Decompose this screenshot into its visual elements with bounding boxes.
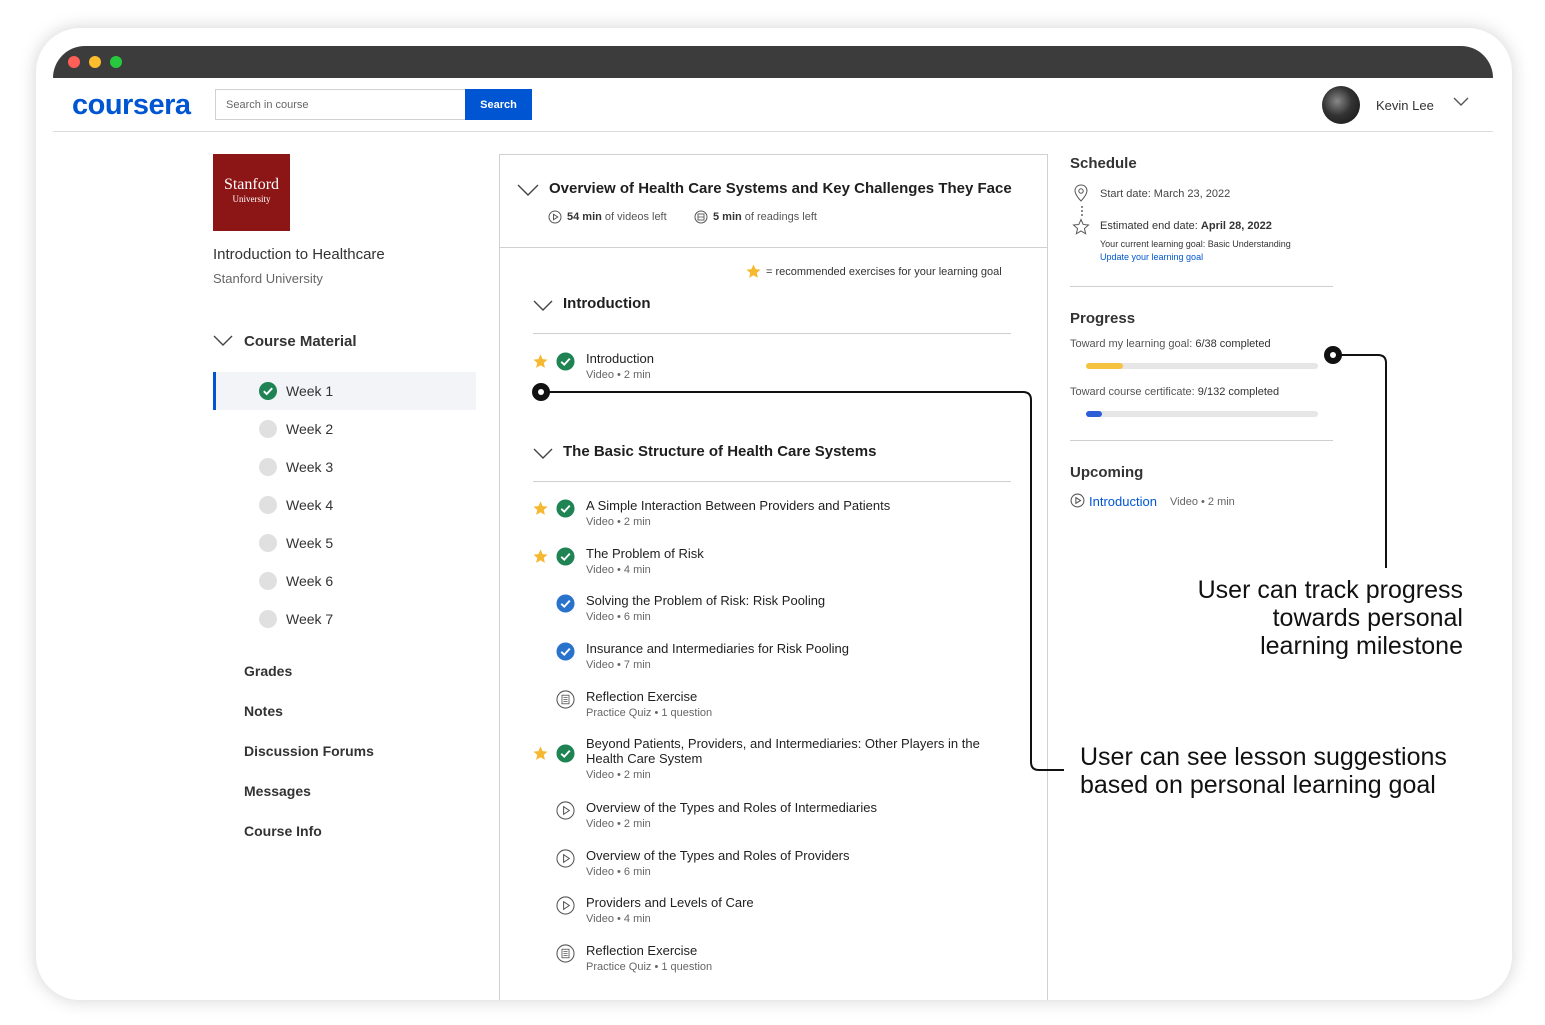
progress-annotation: User can track progress towards personal… (1158, 576, 1463, 660)
annotation-line: learning milestone (1260, 632, 1463, 660)
suggestion-marker-center (538, 389, 544, 395)
device-frame: coursera Search Kevin Lee Stanford Unive… (36, 28, 1512, 1000)
close-window-dot[interactable] (68, 56, 80, 68)
minimize-window-dot[interactable] (89, 56, 101, 68)
suggestion-connector (541, 391, 1064, 771)
progress-marker-center (1330, 352, 1336, 358)
annotation-line: User can track progress (1197, 576, 1463, 604)
window-titlebar (53, 46, 1493, 78)
annotation-line: based on personal learning goal (1080, 771, 1436, 799)
maximize-window-dot[interactable] (110, 56, 122, 68)
annotation-line: User can see lesson suggestions (1080, 743, 1447, 771)
annotation-connectors (532, 346, 1387, 771)
annotation-line: towards personal (1272, 604, 1463, 632)
suggestion-annotation: User can see lesson suggestions based on… (1080, 743, 1470, 799)
progress-connector (1333, 354, 1387, 568)
app-screen: coursera Search Kevin Lee Stanford Unive… (53, 78, 1493, 1000)
